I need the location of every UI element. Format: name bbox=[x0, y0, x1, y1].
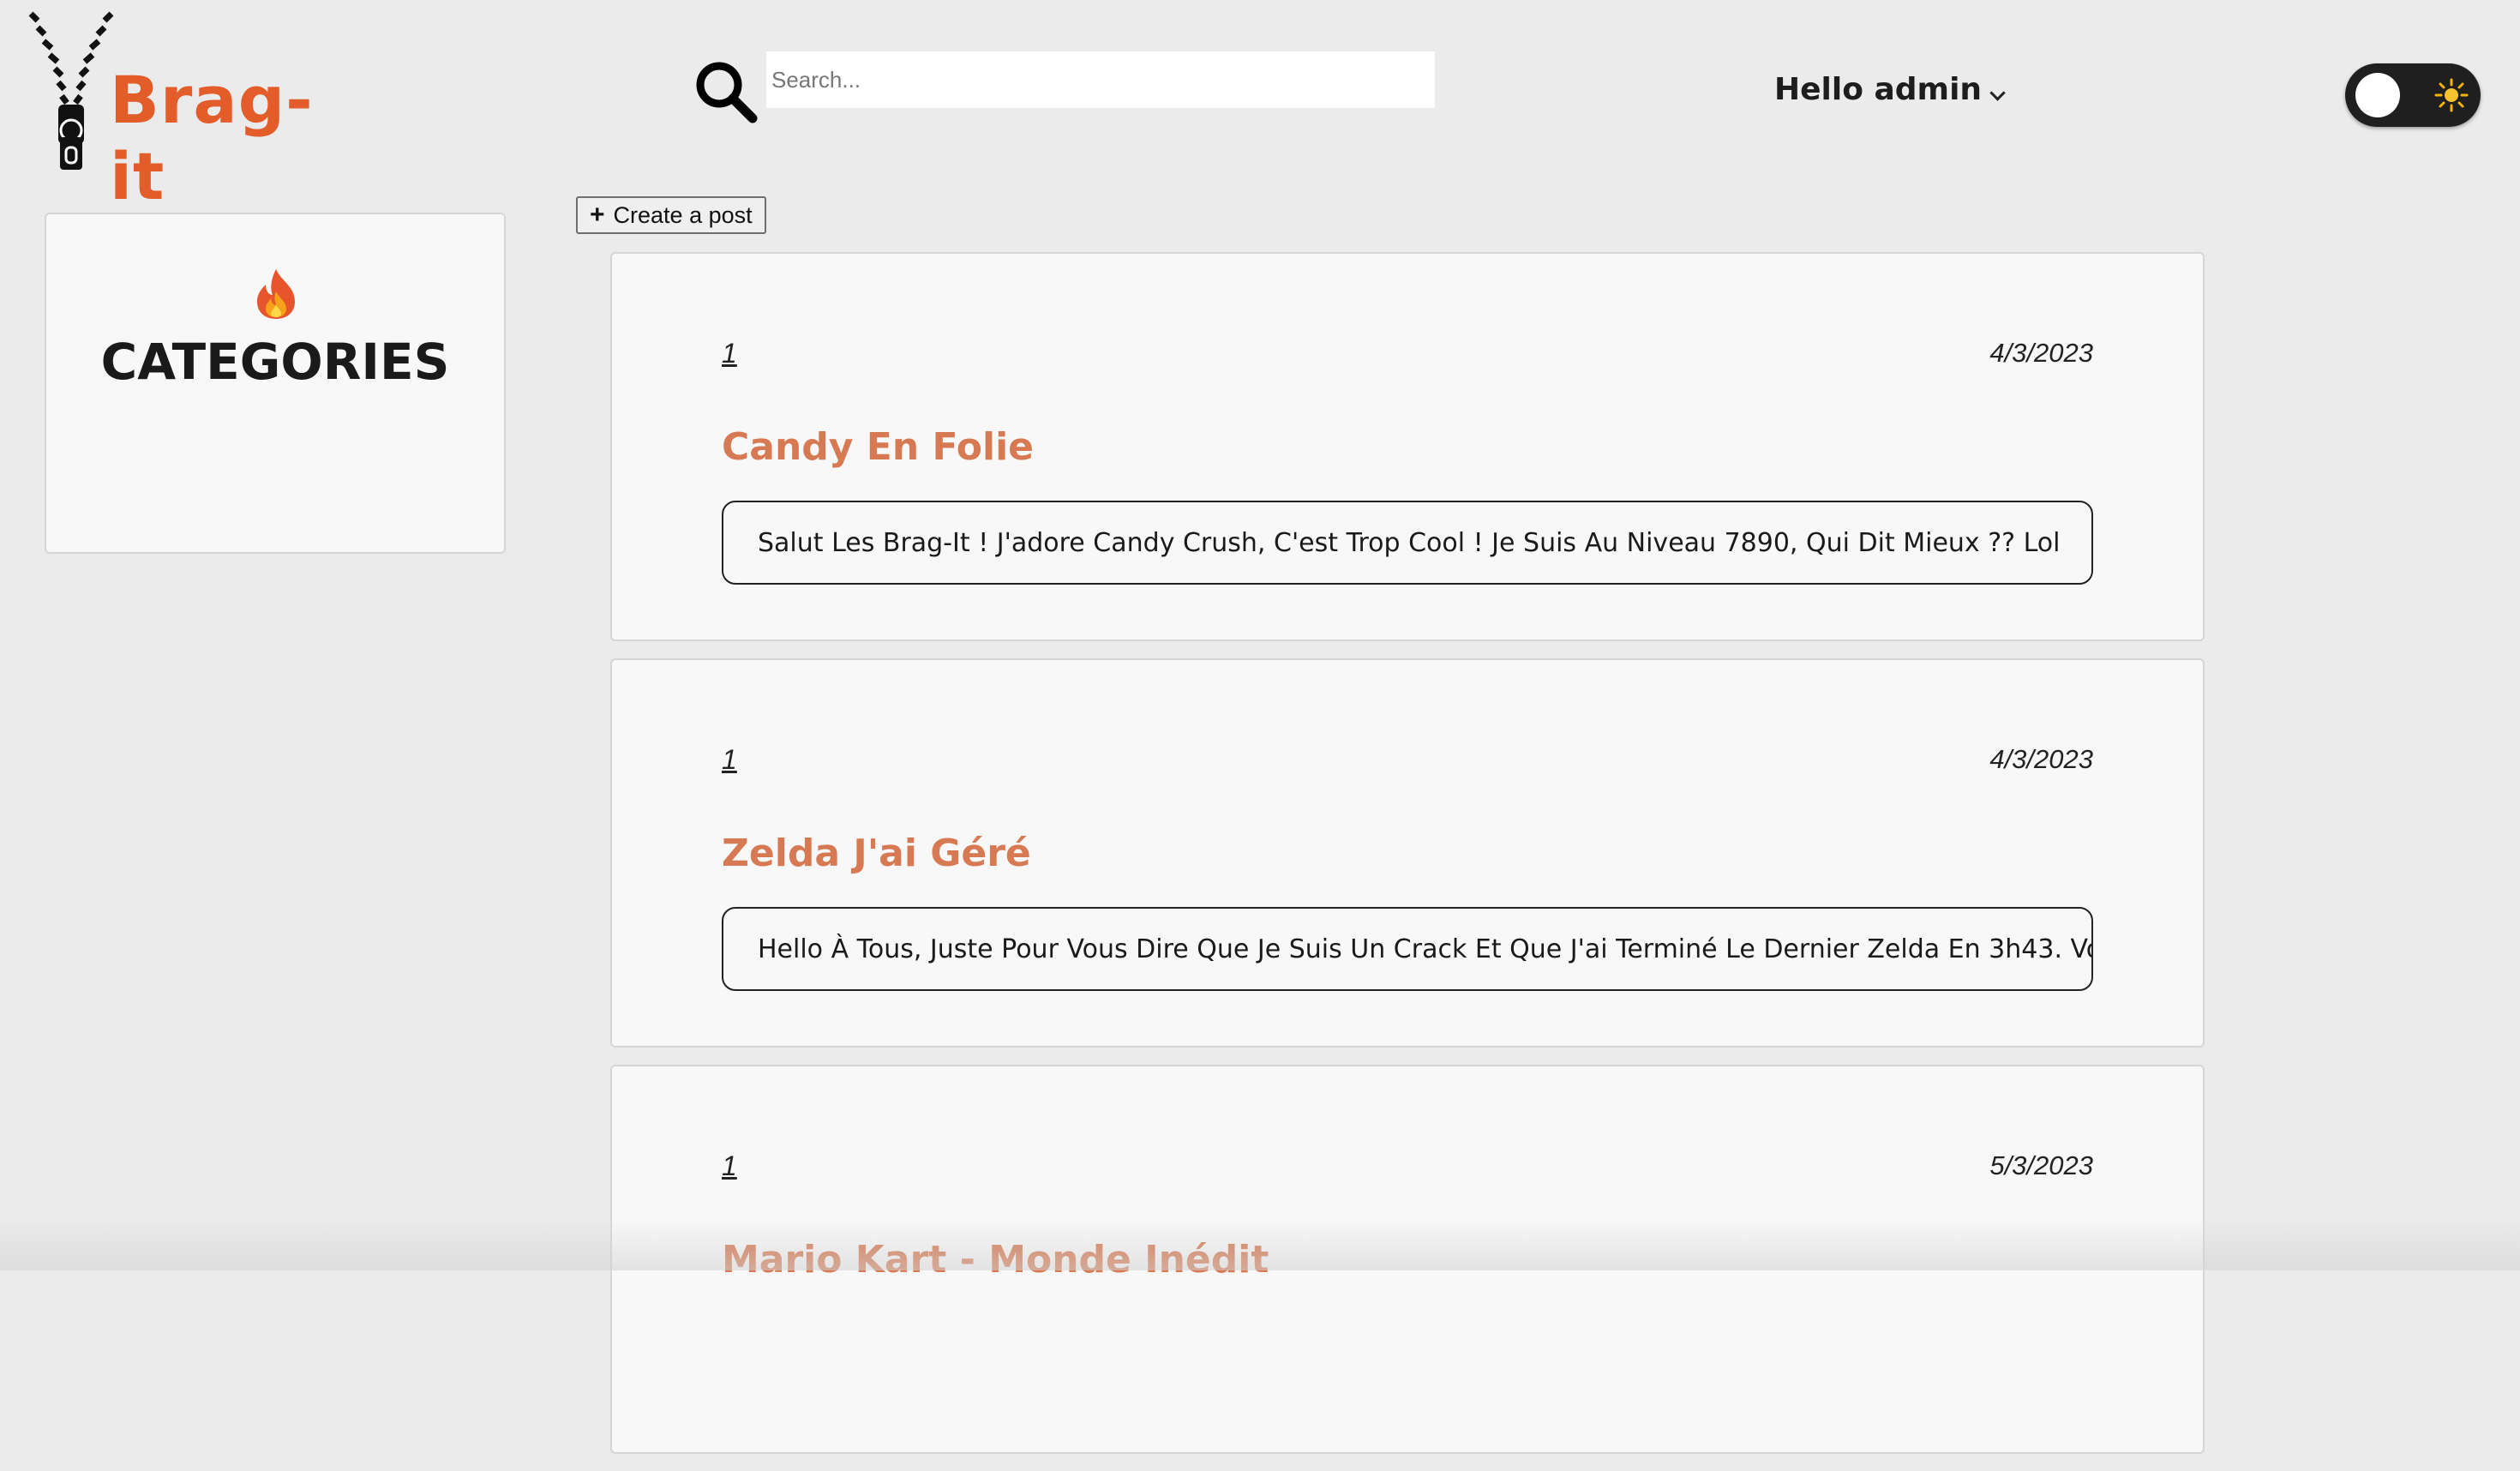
brand-name: Brag-it bbox=[110, 62, 314, 214]
post-author-link[interactable]: 1 bbox=[722, 1150, 737, 1182]
post-author-link[interactable]: 1 bbox=[722, 338, 737, 369]
post-list: 1 4/3/2023 Candy En Folie Salut Les Brag… bbox=[610, 252, 2205, 1471]
post-title[interactable]: Candy En Folie bbox=[722, 425, 1034, 469]
post-body: Hello À Tous, Juste Pour Vous Dire Que J… bbox=[722, 907, 2093, 991]
header: Brag-it Hello admin bbox=[0, 0, 2520, 214]
create-post-label: Create a post bbox=[613, 201, 753, 228]
categories-title: CATEGORIES bbox=[100, 333, 450, 391]
search-input[interactable] bbox=[766, 51, 1435, 108]
sun-icon bbox=[2434, 78, 2469, 112]
zipper-icon bbox=[28, 11, 114, 170]
post-author-link[interactable]: 1 bbox=[722, 744, 737, 776]
search-icon[interactable] bbox=[691, 57, 759, 125]
post-body: Salut Les Brag-It ! J'adore Candy Crush,… bbox=[722, 501, 2093, 585]
post-title[interactable]: Zelda J'ai Géré bbox=[722, 832, 1031, 875]
toggle-knob bbox=[2355, 73, 2400, 117]
chevron-down-icon bbox=[1989, 85, 2006, 101]
post-title[interactable]: Mario Kart - Monde Inédit bbox=[722, 1238, 1269, 1282]
brand-logo[interactable]: Brag-it bbox=[26, 9, 326, 214]
categories-panel: CATEGORIES bbox=[45, 213, 506, 554]
post-card: 1 4/3/2023 Zelda J'ai Géré Hello À Tous,… bbox=[610, 658, 2205, 1048]
post-date: 4/3/2023 bbox=[1989, 338, 2093, 368]
fire-icon bbox=[257, 269, 295, 319]
post-card: 1 5/3/2023 Mario Kart - Monde Inédit bbox=[610, 1065, 2205, 1454]
search-bar bbox=[691, 51, 1435, 129]
post-date: 5/3/2023 bbox=[1989, 1150, 2093, 1180]
plus-icon: + bbox=[590, 201, 605, 229]
user-greeting: Hello admin bbox=[1774, 72, 1983, 107]
user-menu[interactable]: Hello admin bbox=[1774, 72, 2006, 107]
theme-toggle[interactable] bbox=[2345, 63, 2481, 127]
post-card: 1 4/3/2023 Candy En Folie Salut Les Brag… bbox=[610, 252, 2205, 641]
create-post-button[interactable]: + Create a post bbox=[576, 196, 766, 234]
post-date: 4/3/2023 bbox=[1989, 744, 2093, 774]
